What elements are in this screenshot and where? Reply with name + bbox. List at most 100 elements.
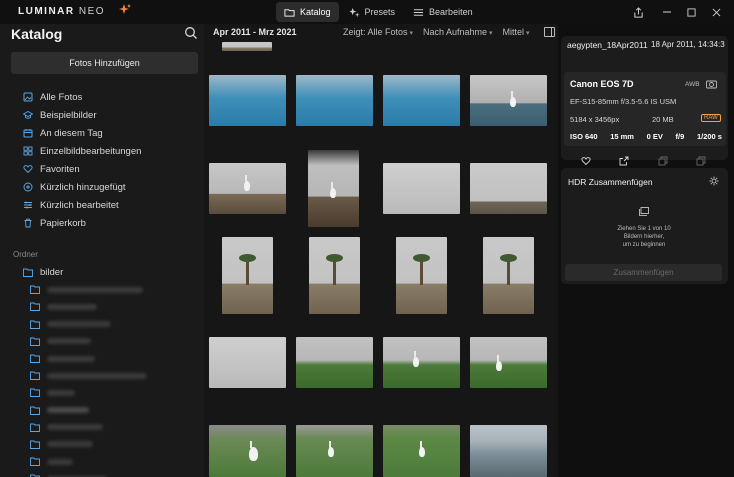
share-icon <box>633 6 643 18</box>
tab-presets-label: Presets <box>364 7 396 17</box>
photo-thumbnail[interactable] <box>470 163 547 214</box>
photo-thumbnail[interactable] <box>383 163 460 214</box>
hdr-drop-line: Bildern hierher, <box>623 234 665 240</box>
sidebar-item-favoriten[interactable]: Favoriten <box>23 160 203 178</box>
calendar-icon <box>23 129 33 138</box>
folder-item[interactable] <box>23 350 203 367</box>
thumbnail-size-dropdown[interactable]: Mittel <box>503 27 530 37</box>
sidebar-item-an-diesem-tag[interactable]: An diesem Tag <box>23 124 203 142</box>
photo-thumbnail[interactable] <box>308 150 359 227</box>
heron-mark <box>249 441 258 461</box>
merge-button[interactable]: Zusammenfügen <box>565 264 722 281</box>
sidebar-item-label: Kürzlich hinzugefügt <box>40 181 126 193</box>
folder-label-blurred <box>47 321 111 328</box>
photo-thumbnail[interactable] <box>296 75 373 126</box>
sidebar-item-label: Alle Fotos <box>40 91 83 103</box>
photo-thumbnail[interactable] <box>383 425 460 477</box>
copy-icon[interactable] <box>658 156 668 166</box>
photo-thumbnail[interactable] <box>222 42 272 51</box>
folder-label-blurred <box>47 372 147 379</box>
search-icon[interactable] <box>184 26 198 40</box>
folder-icon <box>30 457 40 467</box>
filter-show-dropdown[interactable]: Zeigt: Alle Fotos <box>343 27 413 37</box>
maximize-button[interactable] <box>683 4 699 20</box>
photo-thumbnail[interactable] <box>222 237 273 314</box>
photo-thumbnail[interactable] <box>383 75 460 126</box>
grid-icon <box>23 146 33 156</box>
photo-thumbnail[interactable] <box>396 237 447 314</box>
folder-item[interactable] <box>23 470 203 477</box>
sliders-icon <box>24 201 32 209</box>
photo-thumbnail[interactable] <box>209 75 286 126</box>
folder-icon <box>30 285 40 295</box>
tab-bearbeiten[interactable]: Bearbeiten <box>405 2 481 22</box>
heron-mark <box>419 441 425 457</box>
photo-thumbnail[interactable] <box>470 75 547 126</box>
folder-root[interactable]: bilder <box>23 264 203 281</box>
folder-label-blurred <box>47 424 103 431</box>
folder-item[interactable] <box>23 384 203 401</box>
panel-toggle-icon[interactable] <box>544 27 555 37</box>
paste-icon[interactable] <box>696 156 706 166</box>
folder-item[interactable] <box>23 453 203 470</box>
sidebar-item-kuerzlich-hinzugefuegt[interactable]: Kürzlich hinzugefügt <box>23 178 203 196</box>
palm-mark <box>413 254 430 285</box>
photo-thumbnail[interactable] <box>209 337 286 388</box>
folder-icon <box>30 320 40 329</box>
folder-item[interactable] <box>23 367 203 384</box>
photo-thumbnail[interactable] <box>209 163 286 214</box>
filter-sort-dropdown[interactable]: Nach Aufnahme <box>423 27 493 37</box>
tab-katalog[interactable]: Katalog <box>276 2 339 22</box>
photo-thumbnail[interactable] <box>383 337 460 388</box>
heron-mark <box>510 91 516 107</box>
photos-icon <box>23 92 33 102</box>
sidebar-item-papierkorb[interactable]: Papierkorb <box>23 214 203 232</box>
sidebar-item-alle-fotos[interactable]: Alle Fotos <box>23 88 203 106</box>
folder-item[interactable] <box>23 436 203 453</box>
folder-item[interactable] <box>23 402 203 419</box>
photo-thumbnail[interactable] <box>309 237 360 314</box>
aperture-value: f/9 <box>675 132 685 141</box>
maximize-icon <box>686 7 696 17</box>
hdr-drop-zone[interactable]: Ziehen Sie 1 von 10 Bildern hierher, um … <box>564 194 724 266</box>
folder-label-blurred <box>47 303 97 310</box>
photo-thumbnail[interactable] <box>483 237 534 314</box>
photo-thumbnail[interactable] <box>209 425 286 477</box>
sidebar-item-kuerzlich-bearbeitet[interactable]: Kürzlich bearbeitet <box>23 196 203 214</box>
share-button[interactable] <box>630 4 646 20</box>
camera-icon <box>706 80 717 89</box>
folder-item[interactable] <box>23 281 203 298</box>
folder-icon <box>23 268 33 278</box>
heart-icon[interactable] <box>581 156 591 166</box>
close-icon <box>712 8 720 16</box>
folder-tree: bilder <box>23 264 203 477</box>
raw-badge: RAW <box>701 114 721 122</box>
folder-item[interactable] <box>23 316 203 333</box>
sparkle-icon <box>348 7 360 17</box>
info-panel: aegypten_18Apr2011 18 Apr 2011, 14:34:35… <box>558 24 734 477</box>
folder-label-blurred <box>47 441 93 448</box>
photo-thumbnail[interactable] <box>296 425 373 477</box>
photo-thumbnail[interactable] <box>296 337 373 388</box>
folder-icon <box>30 440 40 449</box>
sidebar-item-beispielbilder[interactable]: Beispielbilder <box>23 106 203 124</box>
sidebar-item-einzelbildbearbeitungen[interactable]: Einzelbildbearbeitungen <box>23 142 203 160</box>
folder-item[interactable] <box>23 298 203 315</box>
photo-thumbnail[interactable] <box>470 337 547 388</box>
external-open-icon[interactable] <box>619 156 629 166</box>
folder-label-blurred <box>47 407 89 414</box>
folder-label-blurred <box>47 458 73 465</box>
sidebar-item-label: Kürzlich bearbeitet <box>40 199 119 211</box>
tab-presets[interactable]: Presets <box>341 2 404 22</box>
folder-item[interactable] <box>23 333 203 350</box>
exposure-value: 0 EV <box>646 132 663 141</box>
filter-bar: Zeigt: Alle Fotos Nach Aufnahme Mittel <box>343 27 530 37</box>
close-button[interactable] <box>708 4 724 20</box>
sidebar-item-label: An diesem Tag <box>40 127 103 139</box>
shutter-speed: 1/200 s <box>696 132 722 141</box>
minimize-button[interactable] <box>659 4 675 20</box>
folder-item[interactable] <box>23 419 203 436</box>
gear-icon[interactable] <box>709 176 719 186</box>
add-photos-button[interactable]: Fotos Hinzufügen <box>11 52 198 74</box>
photo-thumbnail[interactable] <box>470 425 547 477</box>
